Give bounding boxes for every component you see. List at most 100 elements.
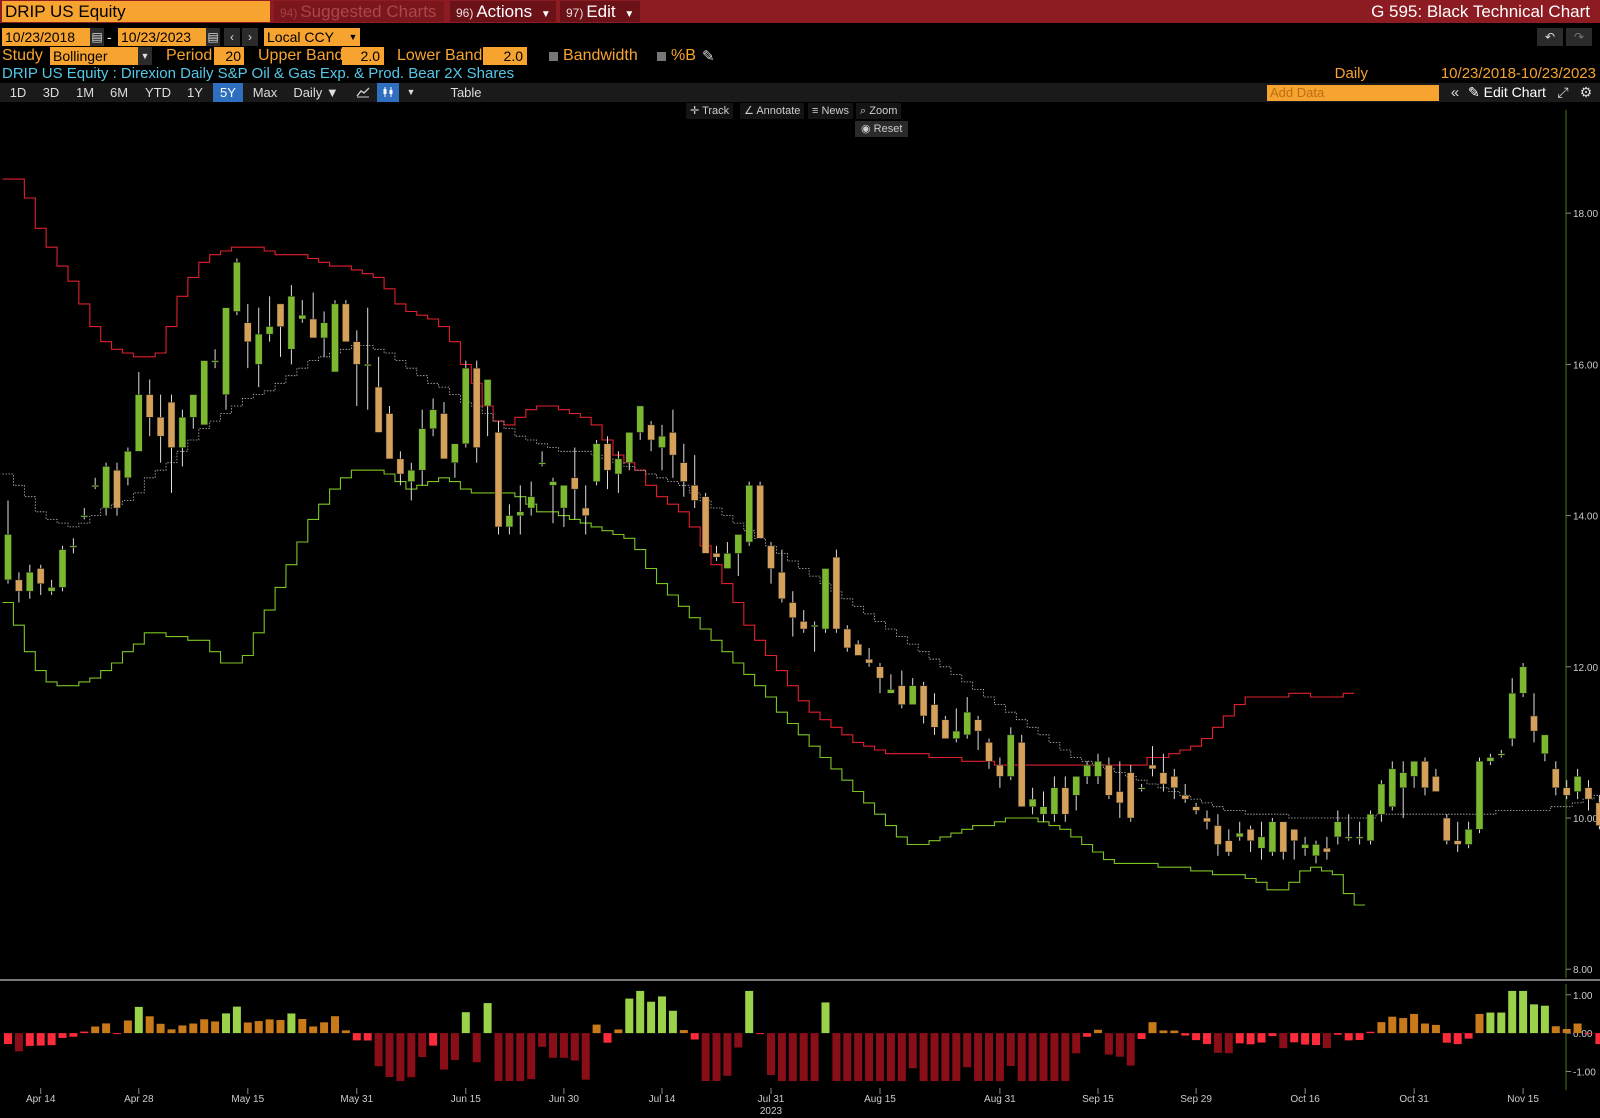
histogram-bar <box>777 1033 786 1082</box>
candle-down <box>941 719 950 739</box>
histogram-bar <box>276 1020 285 1034</box>
candle-up <box>363 364 372 367</box>
candle-up <box>1083 764 1091 777</box>
candle-up <box>1028 798 1037 807</box>
histogram-bar <box>723 1033 732 1076</box>
candle-up <box>462 367 470 445</box>
candle-down <box>156 417 165 437</box>
candle-down <box>36 568 45 584</box>
candle-down <box>1214 825 1222 845</box>
histogram-bar <box>701 1033 710 1082</box>
candle-up <box>80 515 89 518</box>
candle-up <box>26 572 34 592</box>
histogram-bar <box>1246 1033 1255 1045</box>
candle-down <box>1148 764 1157 770</box>
candle-down <box>342 303 350 342</box>
histogram-bar <box>429 1033 438 1046</box>
candle-down <box>244 322 252 342</box>
candle-down <box>680 462 688 482</box>
histogram-bar <box>1017 1033 1026 1082</box>
candles <box>0 258 1600 981</box>
histogram-bar <box>472 1033 481 1063</box>
candle-down <box>1432 776 1440 792</box>
candle-up <box>1541 734 1549 754</box>
histogram-bar <box>1301 1033 1310 1045</box>
x-tick-label: Sep 15 <box>1082 1094 1114 1105</box>
candle-down <box>854 643 862 656</box>
histogram-bar <box>1312 1033 1320 1046</box>
histogram-bar <box>461 1012 470 1034</box>
histogram-bar <box>821 1002 830 1034</box>
candle-up <box>527 496 535 509</box>
candle-up <box>1344 836 1353 839</box>
histogram-bar <box>559 1033 568 1058</box>
candle-up <box>1519 666 1527 694</box>
candle-down <box>898 685 906 705</box>
histogram-bar <box>407 1033 416 1078</box>
histogram-bar <box>167 1029 176 1034</box>
histogram-bar <box>1551 1026 1560 1034</box>
candle-up <box>625 432 634 463</box>
x-tick-label: Oct 31 <box>1399 1094 1429 1105</box>
candle-down <box>767 545 775 569</box>
candle-down <box>701 496 710 554</box>
histogram-bar <box>1061 1033 1070 1082</box>
histogram-bar <box>58 1033 67 1038</box>
histogram-bar <box>91 1026 100 1034</box>
candle-up <box>734 534 743 554</box>
candle-down <box>1017 742 1026 807</box>
histogram-bar <box>363 1033 372 1041</box>
histogram-bar <box>134 1006 143 1034</box>
histogram-bar <box>1475 1013 1484 1034</box>
histogram-bar <box>810 1033 819 1082</box>
candle-up <box>1464 829 1473 845</box>
histogram-bar <box>570 1033 579 1061</box>
x-tick-label: Aug 15 <box>864 1094 896 1105</box>
upper-band-line <box>2 178 1355 766</box>
histogram-bar <box>80 1031 89 1034</box>
histogram-bar <box>341 1030 350 1034</box>
candle-down <box>930 704 939 728</box>
histogram-bar <box>625 998 634 1034</box>
histogram-bar <box>1562 1029 1571 1034</box>
candle-down <box>1105 764 1113 796</box>
histogram-bar <box>581 1033 590 1080</box>
histogram-bar <box>222 1013 230 1034</box>
candle-down <box>1323 848 1331 853</box>
histogram-bar <box>200 1019 209 1034</box>
bollinger-bands <box>2 178 1600 906</box>
histogram-bar <box>1126 1033 1135 1066</box>
histogram-bar <box>603 1033 612 1043</box>
candle-up <box>233 262 241 312</box>
candle-up <box>222 307 230 395</box>
histogram-bar <box>320 1022 329 1034</box>
candle-up <box>1235 832 1244 838</box>
candle-down <box>1126 772 1135 819</box>
candle-down <box>309 318 317 339</box>
candle-up <box>1137 787 1146 790</box>
candle-up <box>483 379 492 407</box>
histogram-bar <box>1137 1033 1146 1040</box>
candle-down <box>472 367 481 448</box>
price-chart[interactable]: 8.00 10.00 12.00 14.00 16.00 18.00 1.000.00-1… <box>0 0 1600 1118</box>
histogram-bar <box>1235 1033 1244 1044</box>
y-tick-label: 12.00 <box>1573 663 1598 674</box>
x-tick-label: Nov 15 <box>1507 1094 1539 1105</box>
histogram-bar <box>440 1033 448 1070</box>
histogram-bar <box>1257 1033 1266 1043</box>
candle-up <box>1050 787 1059 815</box>
x-tick-label: May 15 <box>231 1094 264 1105</box>
histogram-bar <box>897 1033 906 1082</box>
histogram-bar <box>1224 1033 1233 1054</box>
candle-down <box>15 579 23 592</box>
volume-tick-label: -1.00 <box>1573 1067 1596 1078</box>
candle-down <box>799 621 808 630</box>
candle-down <box>1421 761 1429 789</box>
candle-down <box>1290 829 1298 841</box>
candle-down <box>581 507 590 516</box>
candle-down <box>778 572 786 600</box>
candle-down <box>396 458 405 475</box>
candle-down <box>756 485 764 539</box>
histogram-bar <box>799 1033 808 1082</box>
histogram-bar <box>47 1033 56 1046</box>
